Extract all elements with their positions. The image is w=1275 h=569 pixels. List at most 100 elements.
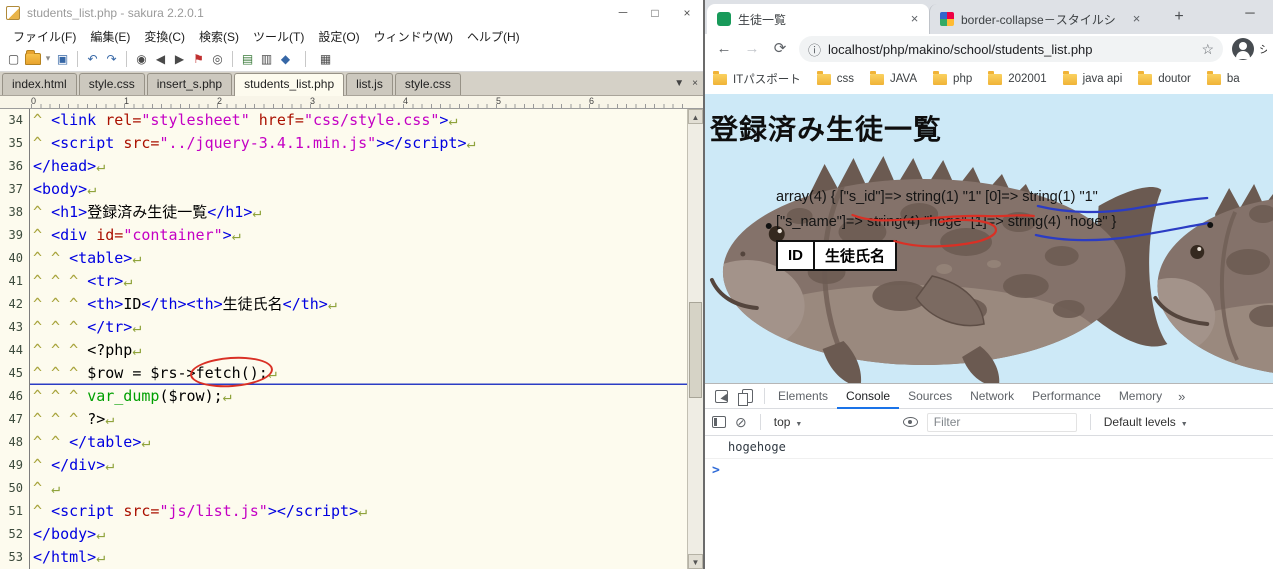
- code-line[interactable]: 43 ^ ^ ^ </tr>↵: [0, 316, 687, 339]
- code-line[interactable]: 51 ^ <script src="js/list.js"></script>↵: [0, 500, 687, 523]
- editor-maximize-button[interactable]: □: [639, 1, 671, 25]
- find-next-icon[interactable]: ▶: [170, 50, 189, 68]
- bookmark-star-icon[interactable]: [1201, 41, 1214, 58]
- line-text[interactable]: ^ ^ ^ <tr>↵: [30, 270, 687, 293]
- tab-list-dropdown-icon[interactable]: ▼: [674, 78, 684, 89]
- line-text[interactable]: ^ <div id="container">↵: [30, 224, 687, 247]
- line-text[interactable]: ^ </div>↵: [30, 454, 687, 477]
- tagjump-icon[interactable]: ◆: [276, 50, 295, 68]
- console-sidebar-icon[interactable]: [712, 416, 726, 428]
- find-icon[interactable]: ◉: [132, 50, 151, 68]
- code-line[interactable]: 40 ^ ^ <table>↵: [0, 247, 687, 270]
- menu-item[interactable]: 編集(E): [83, 28, 137, 45]
- bookmark-folder-item[interactable]: ba: [1206, 70, 1240, 85]
- devtools-tab[interactable]: Elements: [769, 384, 837, 409]
- redo-icon[interactable]: ↷: [102, 50, 121, 68]
- editor-minimize-button[interactable]: －: [607, 1, 639, 25]
- grid-icon[interactable]: ▦: [316, 50, 335, 68]
- devtools-tab[interactable]: Sources: [899, 384, 961, 409]
- browser-tab[interactable]: border-collapse－スタイルシ: [929, 4, 1151, 34]
- url-text[interactable]: localhost/php/makino/school/students_lis…: [828, 42, 1195, 57]
- line-text[interactable]: ^ ↵: [30, 477, 687, 500]
- code-line[interactable]: 39 ^ <div id="container">↵: [0, 224, 687, 247]
- bookmark-folder-item[interactable]: php: [933, 70, 972, 85]
- line-text[interactable]: ^ ^ ^ <th>ID</th><th>生徒氏名</th>↵: [30, 293, 687, 316]
- line-text[interactable]: ^ ^ </table>↵: [30, 431, 687, 454]
- editor-tab[interactable]: index.html: [2, 73, 77, 95]
- device-toolbar-icon[interactable]: [734, 384, 760, 408]
- scroll-thumb[interactable]: [689, 302, 702, 399]
- editor-tab[interactable]: students_list.php: [234, 73, 345, 96]
- line-text[interactable]: ^ <h1>登録済み生徒一覧</h1>↵: [30, 201, 687, 224]
- outline-icon[interactable]: ▤: [238, 50, 257, 68]
- editor-tab[interactable]: style.css: [394, 73, 461, 95]
- grep-icon[interactable]: ◎: [208, 50, 227, 68]
- devtools-tab[interactable]: Network: [961, 384, 1023, 409]
- site-info-icon[interactable]: [808, 40, 821, 59]
- inspect-element-icon[interactable]: [708, 384, 734, 408]
- line-text[interactable]: ^ ^ <table>↵: [30, 247, 687, 270]
- menu-item[interactable]: 変換(C): [137, 28, 192, 45]
- bookmark-icon[interactable]: ⚑: [189, 50, 208, 68]
- bookmark-folder-item[interactable]: doutor: [1138, 70, 1191, 85]
- line-text[interactable]: </html>↵: [30, 546, 687, 569]
- code-line[interactable]: 35 ^ <script src="../jquery-3.4.1.min.js…: [0, 132, 687, 155]
- menu-item[interactable]: ヘルプ(H): [460, 28, 527, 45]
- bookmark-folder-item[interactable]: java api: [1062, 70, 1122, 85]
- back-icon[interactable]: [711, 36, 737, 62]
- code-line[interactable]: 37 <body>↵: [0, 178, 687, 201]
- tab-close-icon[interactable]: ×: [692, 78, 698, 89]
- line-text[interactable]: ^ ^ ^ </tr>↵: [30, 316, 687, 339]
- code-line[interactable]: 34 ^ <link rel="stylesheet" href="css/st…: [0, 109, 687, 132]
- browser-tab[interactable]: 生徒一覧: [707, 4, 929, 34]
- line-text[interactable]: ^ <script src="js/list.js"></script>↵: [30, 500, 687, 523]
- bookmark-folder-item[interactable]: JAVA: [869, 70, 917, 85]
- line-text[interactable]: ^ <script src="../jquery-3.4.1.min.js"><…: [30, 132, 687, 155]
- code-line[interactable]: 36 </head>↵: [0, 155, 687, 178]
- forward-icon[interactable]: [739, 36, 765, 62]
- undo-icon[interactable]: ↶: [83, 50, 102, 68]
- bookmark-folder-item[interactable]: css: [816, 70, 854, 85]
- live-expression-icon[interactable]: [902, 417, 918, 427]
- console-prompt[interactable]: >: [705, 459, 1273, 481]
- new-tab-button[interactable]: +: [1166, 4, 1192, 30]
- line-text[interactable]: </body>↵: [30, 523, 687, 546]
- line-text[interactable]: ^ <link rel="stylesheet" href="css/style…: [30, 109, 687, 132]
- open-dropdown-icon[interactable]: ▾: [43, 50, 53, 68]
- open-file-icon[interactable]: [25, 49, 41, 65]
- menu-item[interactable]: ツール(T): [246, 28, 311, 45]
- tab-close-icon[interactable]: [906, 11, 923, 28]
- line-text[interactable]: </head>↵: [30, 155, 687, 178]
- scroll-down-icon[interactable]: [688, 554, 703, 569]
- code-line[interactable]: 48 ^ ^ </table>↵: [0, 431, 687, 454]
- menu-item[interactable]: 設定(O): [311, 28, 366, 45]
- editor-close-button[interactable]: ×: [671, 1, 703, 25]
- code-line[interactable]: 46 ^ ^ ^ var_dump($row);↵: [0, 385, 687, 408]
- profile-avatar[interactable]: [1232, 38, 1254, 60]
- line-text[interactable]: ^ ^ ^ $row = $rs->fetch();↵: [30, 362, 687, 385]
- editor-tab[interactable]: style.css: [78, 73, 145, 95]
- console-filter-input[interactable]: [926, 412, 1077, 432]
- editor-tab[interactable]: insert_s.php: [146, 73, 233, 95]
- code-line[interactable]: 47 ^ ^ ^ ?>↵: [0, 408, 687, 431]
- save-icon[interactable]: ▣: [53, 50, 72, 68]
- code-line[interactable]: 44 ^ ^ ^ <?php↵: [0, 339, 687, 362]
- more-panels-icon[interactable]: »: [1171, 389, 1192, 404]
- js-context-selector[interactable]: top: [774, 415, 894, 429]
- line-text[interactable]: ^ ^ ^ var_dump($row);↵: [30, 385, 687, 408]
- address-bar[interactable]: localhost/php/makino/school/students_lis…: [799, 36, 1223, 62]
- line-text[interactable]: <body>↵: [30, 178, 687, 201]
- line-text[interactable]: ^ ^ ^ ?>↵: [30, 408, 687, 431]
- new-file-icon[interactable]: ▢: [4, 50, 23, 68]
- code-line[interactable]: 49 ^ </div>↵: [0, 454, 687, 477]
- code-line[interactable]: 42 ^ ^ ^ <th>ID</th><th>生徒氏名</th>↵: [0, 293, 687, 316]
- line-text[interactable]: ^ ^ ^ <?php↵: [30, 339, 687, 362]
- compare-icon[interactable]: ▥: [257, 50, 276, 68]
- devtools-tab[interactable]: Console: [837, 384, 899, 409]
- code-line[interactable]: 45 ^ ^ ^ $row = $rs->fetch();↵: [0, 362, 687, 385]
- code-line[interactable]: 52 </body>↵: [0, 523, 687, 546]
- browser-minimize-button[interactable]: －: [1240, 3, 1260, 22]
- menu-item[interactable]: ウィンドウ(W): [367, 28, 460, 45]
- menu-item[interactable]: ファイル(F): [6, 28, 83, 45]
- devtools-tab[interactable]: Performance: [1023, 384, 1110, 409]
